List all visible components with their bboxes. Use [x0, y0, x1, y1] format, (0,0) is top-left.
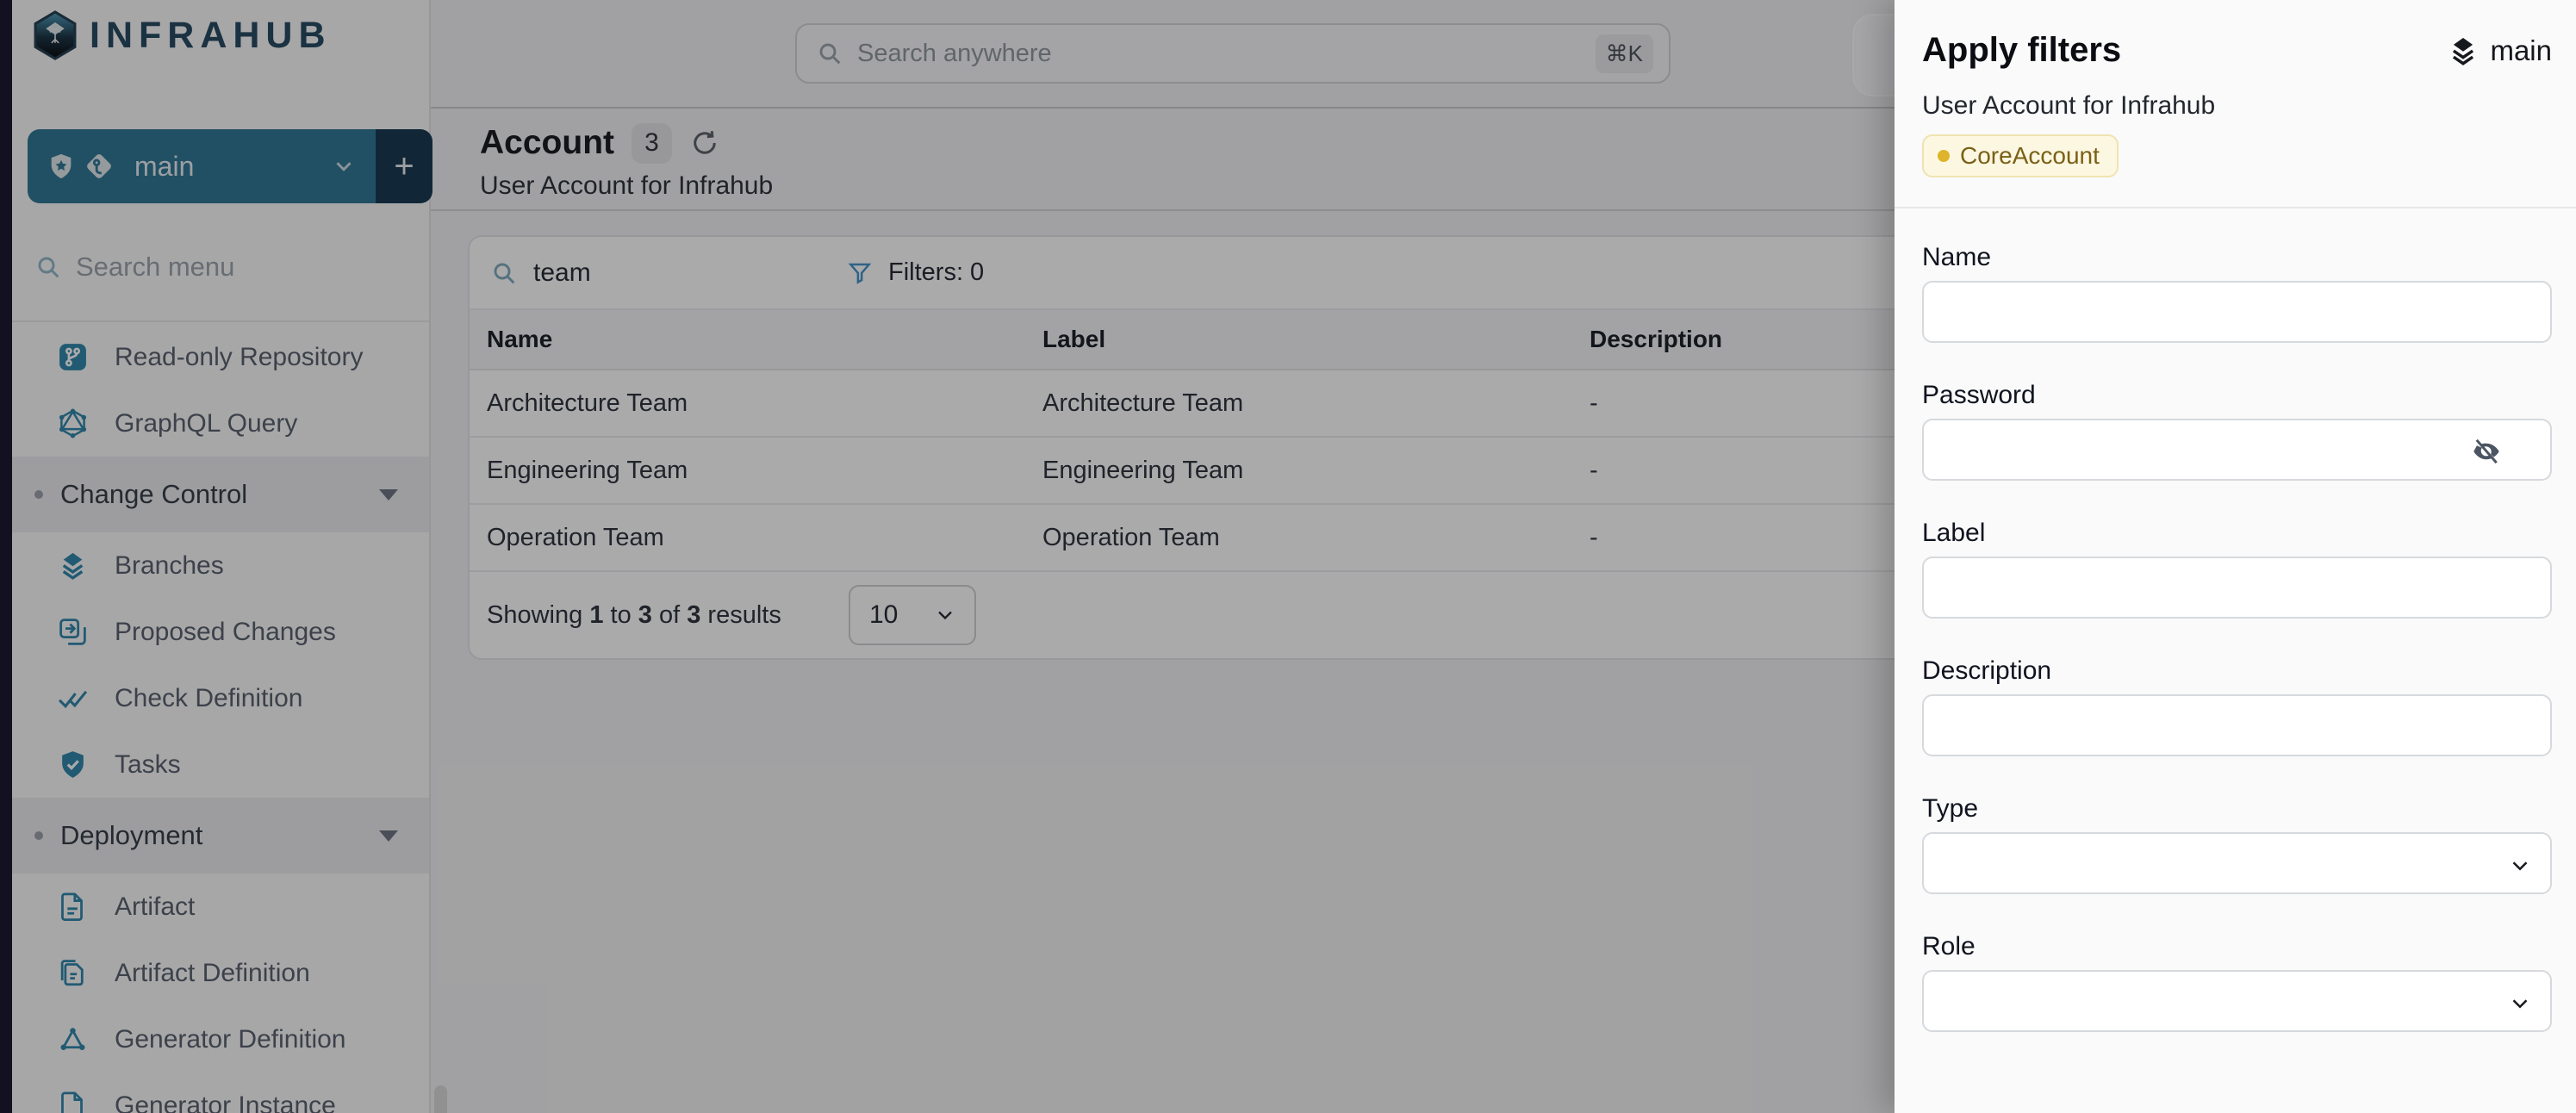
field-name: Name [1922, 243, 2552, 343]
drawer-branch-indicator: main [2447, 34, 2552, 67]
field-label: Description [1922, 656, 2552, 686]
kind-badge: CoreAccount [1922, 134, 2119, 177]
drawer-branch-label: main [2490, 34, 2552, 67]
name-input-wrap [1922, 281, 2552, 343]
field-password: Password [1922, 381, 2552, 481]
kind-badge-label: CoreAccount [1960, 142, 2100, 170]
description-input[interactable] [1924, 696, 2550, 755]
field-label: Label [1922, 519, 2552, 619]
field-label: Role [1922, 932, 2552, 961]
label-input[interactable] [1924, 558, 2550, 617]
chevron-down-icon [2507, 991, 2533, 1017]
field-description: Description [1922, 656, 2552, 756]
password-input[interactable] [1924, 420, 2550, 479]
drawer-title: Apply filters [1922, 31, 2121, 70]
name-input[interactable] [1924, 283, 2550, 341]
layers-icon [2447, 34, 2480, 67]
type-select[interactable] [1922, 832, 2552, 894]
filters-form: Name Password Label [1922, 243, 2552, 1070]
apply-filters-drawer: Apply filters main User Account for Infr… [1895, 0, 2576, 1113]
role-select[interactable] [1922, 970, 2552, 1032]
description-input-wrap [1922, 694, 2552, 756]
drawer-backdrop[interactable] [0, 0, 1895, 1113]
field-type: Type [1922, 794, 2552, 894]
eye-off-icon[interactable] [2471, 436, 2502, 467]
field-label: Type [1922, 794, 2552, 824]
status-dot-icon [1938, 150, 1950, 162]
chevron-down-icon [2507, 853, 2533, 879]
field-role: Role [1922, 932, 2552, 1032]
field-label: Password [1922, 381, 2552, 410]
label-input-wrap [1922, 556, 2552, 619]
drawer-subtitle: User Account for Infrahub [1922, 91, 2215, 121]
password-input-wrap [1922, 419, 2552, 481]
field-label: Label [1922, 519, 2552, 548]
field-label: Name [1922, 243, 2552, 272]
app-window: INFRAHUB main + [0, 0, 2576, 1113]
drawer-divider [1895, 207, 2576, 208]
drawer-header: Apply filters main [1922, 31, 2552, 70]
